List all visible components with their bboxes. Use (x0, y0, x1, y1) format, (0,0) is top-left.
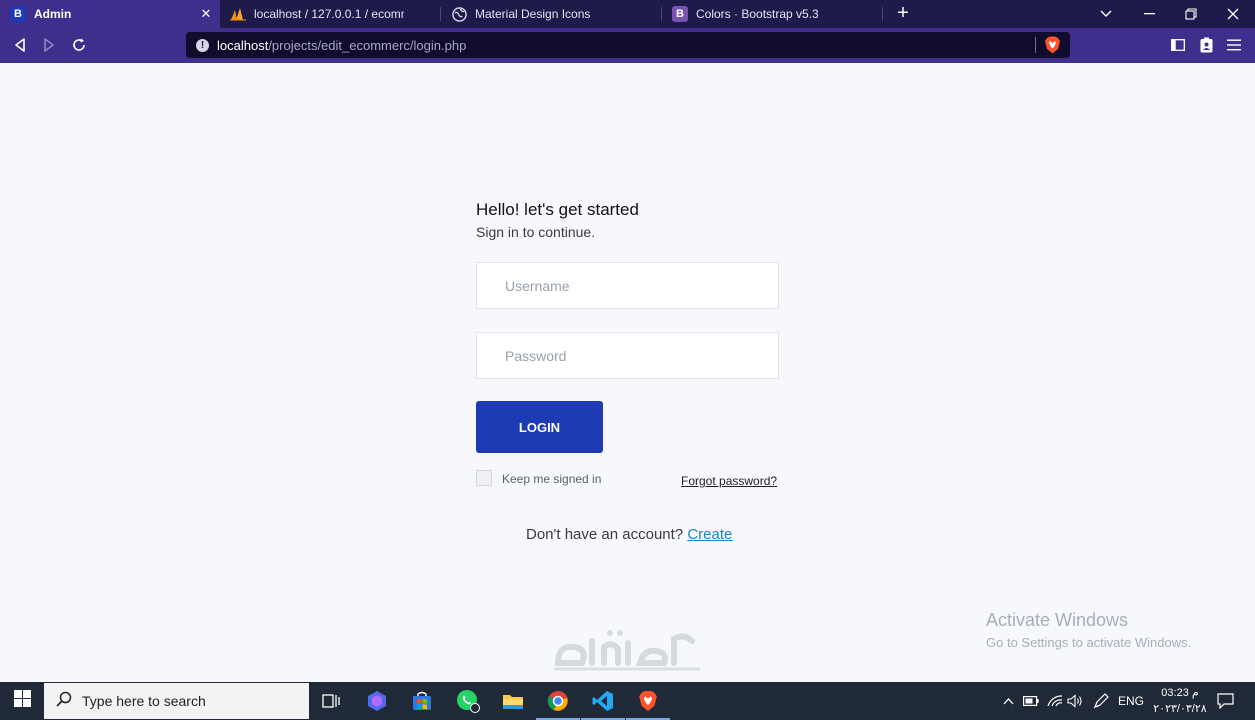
system-clock[interactable]: 03:23 م ٢٠٢٣/٠٣/٢٨ (1150, 685, 1210, 717)
keep-signed-in-checkbox[interactable] (476, 470, 492, 486)
taskbar-search-box[interactable]: Type here to search (44, 683, 309, 719)
tab-title: Admin (34, 7, 72, 21)
sidebar-toggle-icon[interactable] (1166, 34, 1190, 56)
wallet-icon[interactable] (1194, 34, 1218, 56)
whatsapp-app-icon[interactable] (455, 688, 481, 714)
clock-date: ٢٠٢٣/٠٣/٢٨ (1153, 703, 1207, 715)
file-explorer-icon[interactable] (500, 688, 526, 714)
search-icon (56, 691, 72, 712)
windows-logo-icon (13, 690, 31, 712)
screen: B Admin ✕ localhost / 127.0.0.1 / ecomme… (0, 0, 1255, 720)
menu-icon[interactable] (1222, 34, 1246, 56)
bootstrap-favicon-icon: B (10, 6, 26, 22)
copilot-app-icon[interactable] (364, 688, 390, 714)
browser-tab-strip: B Admin ✕ localhost / 127.0.0.1 / ecomme… (0, 0, 1255, 28)
brave-app-icon[interactable] (626, 688, 670, 720)
language-indicator[interactable]: ENG (1116, 682, 1146, 720)
tab-title: localhost / 127.0.0.1 / ecommerce / ad (254, 7, 404, 21)
browser-toolbar: ! localhost/projects/edit_ecommerc/login… (0, 28, 1255, 63)
watermark-logo-icon (552, 623, 702, 685)
tab-title: Colors · Bootstrap v5.3 (696, 7, 819, 21)
chrome-app-icon[interactable] (536, 688, 580, 720)
password-input[interactable] (476, 332, 779, 379)
forgot-password-link[interactable]: Forgot password? (681, 474, 777, 488)
new-tab-button[interactable]: + (883, 0, 923, 28)
close-window-icon[interactable] (1212, 0, 1254, 28)
tab-bootstrap-colors[interactable]: B Colors · Bootstrap v5.3 (662, 0, 882, 28)
username-input[interactable] (476, 262, 779, 309)
tab-admin[interactable]: B Admin ✕ (0, 0, 220, 28)
page-title: Hello! let's get started (476, 200, 639, 219)
chevron-up-icon[interactable] (998, 682, 1018, 720)
battery-icon[interactable] (1020, 682, 1042, 720)
phpmyadmin-favicon-icon (230, 6, 246, 22)
vscode-app-icon[interactable] (581, 688, 625, 720)
forward-icon[interactable] (37, 34, 61, 56)
back-icon[interactable] (8, 34, 32, 56)
login-page: Hello! let's get started Sign in to cont… (0, 63, 1255, 682)
signup-prompt: Don't have an account? Create (526, 526, 732, 543)
start-button[interactable] (0, 682, 44, 720)
address-bar[interactable]: ! localhost/projects/edit_ecommerc/login… (186, 32, 1070, 58)
windows-taskbar: Type here to search ENG 03:23 م ٢٠٢٣/٠٣/… (0, 682, 1255, 720)
activate-windows-title: Activate Windows (986, 610, 1129, 630)
signup-prefix: Don't have an account? (526, 526, 684, 543)
activate-windows-subtitle: Go to Settings to activate Windows. (986, 635, 1192, 650)
bootstrap-favicon-icon: B (672, 6, 688, 22)
site-info-icon[interactable]: ! (196, 38, 209, 52)
wifi-icon[interactable] (1044, 682, 1066, 720)
restore-icon[interactable] (1170, 0, 1212, 28)
create-account-link[interactable]: Create (687, 526, 732, 543)
brave-shield-icon[interactable] (1044, 36, 1061, 54)
volume-icon[interactable] (1064, 682, 1086, 720)
keep-signed-in-label: Keep me signed in (502, 472, 602, 486)
pen-icon[interactable] (1090, 682, 1112, 720)
tab-phpmyadmin[interactable]: localhost / 127.0.0.1 / ecommerce / ad (220, 0, 440, 28)
page-subtitle: Sign in to continue. (476, 224, 596, 240)
url-path: /projects/edit_ecommerc/login.php (268, 37, 467, 53)
notification-center-icon[interactable] (1214, 682, 1236, 720)
reload-icon[interactable] (67, 34, 91, 56)
login-button[interactable]: LOGIN (476, 401, 603, 453)
search-placeholder: Type here to search (82, 693, 206, 709)
url-host: localhost (217, 37, 269, 53)
task-view-icon[interactable] (318, 688, 344, 714)
address-bar-divider (1035, 37, 1036, 53)
globe-icon (451, 6, 467, 22)
tab-search-chevron-icon[interactable] (1085, 0, 1127, 28)
tab-material-icons[interactable]: Material Design Icons (441, 0, 661, 28)
clock-time: 03:23 م (1161, 687, 1199, 699)
minimize-icon[interactable] (1128, 0, 1170, 28)
store-app-icon[interactable] (409, 688, 435, 714)
tab-title: Material Design Icons (475, 7, 591, 21)
close-tab-icon[interactable]: ✕ (198, 6, 214, 22)
